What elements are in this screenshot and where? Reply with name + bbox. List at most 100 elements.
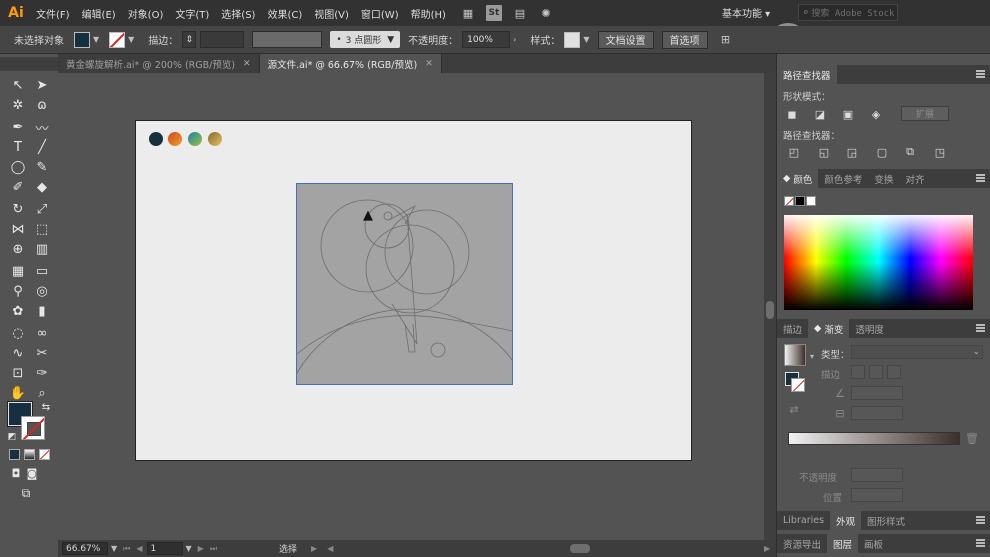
stroke-color-box[interactable] [21,416,45,440]
stroke-gradient-within-icon[interactable] [851,365,865,379]
eyedropper-tool-icon[interactable]: ⚲ [8,282,28,300]
slice-tool-icon[interactable]: ∞ [32,324,52,342]
vertical-scrollbar[interactable] [764,73,776,540]
tab-golden-spiral[interactable]: 黄金螺旋解析.ai* @ 200% (RGB/预览) ✕ [58,54,260,73]
scroll-thumb[interactable] [766,301,774,319]
crop-icon[interactable]: ▢ [875,146,889,159]
brush-definition-dropdown[interactable]: • 3 点圆形 ▼ [330,31,401,48]
tab-gradient[interactable]: ◆ 渐变 [808,319,850,338]
tab-transform[interactable]: 变换 [868,169,899,188]
bridge-icon[interactable]: ▦ [460,5,476,21]
close-icon[interactable]: ✕ [243,59,251,69]
first-artboard-icon[interactable]: ⏮ [123,544,130,554]
none-mode-swatch[interactable] [39,449,50,460]
gradient-mode-swatch[interactable] [24,449,35,460]
minus-front-icon[interactable]: ◪ [813,108,827,121]
chevron-right-icon[interactable]: › [513,35,516,44]
stroke-gradient-across-icon[interactable] [887,365,901,379]
gradient-tool-icon[interactable]: ▭ [32,262,52,280]
intersect-icon[interactable]: ▣ [841,108,855,121]
stop-location-field[interactable] [851,488,903,502]
menu-file[interactable]: 文件(F) [36,6,70,21]
width-tool-icon[interactable]: ⋈ [8,220,28,238]
preferences-button[interactable]: 首选项 [661,30,708,49]
trim-icon[interactable]: ◱ [817,146,831,159]
unite-icon[interactable]: ◼ [785,108,799,121]
scale-tool-icon[interactable]: ⤢ [32,200,52,218]
arrange-documents-icon[interactable]: ▤ [512,5,528,21]
lasso-tool-icon[interactable]: ɷ [32,96,52,114]
tools-panel-header[interactable] [0,57,58,71]
tab-layers[interactable]: 图层 [827,534,859,553]
tab-color-guide[interactable]: 颜色参考 [818,169,868,188]
gradient-preview[interactable] [784,344,806,366]
menu-effect[interactable]: 效果(C) [267,6,302,21]
color-dot-navy[interactable] [149,132,163,146]
color-dot-gold[interactable] [208,132,222,146]
tab-libraries[interactable]: Libraries [777,511,830,530]
graphic-style-swatch[interactable] [564,31,581,48]
gradient-stroke-swatch[interactable] [791,378,805,392]
white-swatch[interactable] [806,196,816,206]
divide-icon[interactable]: ◰ [787,146,801,159]
panel-menu-icon[interactable] [976,70,985,78]
scissors-tool-icon[interactable]: ✂ [32,344,52,362]
type-tool-icon[interactable]: T [8,138,28,156]
chevron-down-icon[interactable]: ▼ [583,35,589,44]
paintbrush-tool-icon[interactable]: ✎ [32,158,52,176]
chevron-down-icon[interactable]: ▼ [128,35,134,44]
none-color-swatch[interactable] [784,196,794,206]
selection-tool-icon[interactable]: ↖ [8,76,28,94]
stop-opacity-field[interactable] [851,468,903,482]
sketch-image[interactable]: ▲ [296,183,513,385]
rotate-tool-icon[interactable]: ↻ [8,200,28,218]
free-transform-tool-icon[interactable]: ⬚ [32,220,52,238]
delete-stop-icon[interactable]: 🗑 [965,432,979,445]
tab-source-file[interactable]: 源文件.ai* @ 66.67% (RGB/预览) ✕ [259,54,442,73]
chevron-down-icon[interactable]: ▼ [93,35,99,44]
chevron-down-icon[interactable]: ▼ [111,544,117,553]
chevron-down-icon[interactable]: ⌄ [973,347,980,356]
tab-align[interactable]: 对齐 [899,169,930,188]
ellipse-tool-icon[interactable]: ◯ [8,158,28,176]
tab-asset-export[interactable]: 资源导出 [777,534,827,553]
tab-stroke[interactable]: 描边 [777,319,808,338]
panel-menu-icon[interactable] [976,174,985,182]
opacity-field[interactable]: 100% [462,31,511,48]
color-spectrum-shade[interactable] [784,215,973,310]
scroll-left-icon[interactable]: ◀ [327,544,333,553]
menu-type[interactable]: 文字(T) [175,6,209,21]
status-menu-icon[interactable]: ▶ [311,544,317,553]
pen-tool-icon[interactable]: ✒ [8,118,28,136]
color-dot-green[interactable] [188,132,202,146]
chevron-down-icon[interactable]: ▾ [810,352,814,361]
menu-view[interactable]: 视图(V) [314,6,349,21]
mesh-tool-icon[interactable]: ▦ [8,262,28,280]
draw-behind-icon[interactable]: ◙ [22,464,42,482]
eraser-tool-icon[interactable]: ◆ [32,178,52,196]
close-icon[interactable]: ✕ [425,59,433,69]
black-swatch[interactable] [795,196,805,206]
prev-artboard-icon[interactable]: ◀ [136,544,142,553]
document-setup-button[interactable]: 文档设置 [597,30,654,49]
panel-menu-icon[interactable] [976,539,985,547]
artboard-number-field[interactable]: 1 [146,542,183,555]
stroke-swatch[interactable] [109,31,126,48]
panel-menu-icon[interactable] [976,324,985,332]
line-tool-icon[interactable]: ╱ [32,138,52,156]
perspective-grid-tool-icon[interactable]: ▥ [32,240,52,258]
scroll-right-icon[interactable]: ▶ [764,544,770,553]
tab-artboards[interactable]: 画板 [858,534,889,553]
eraser-path-tool-icon[interactable]: ∿ [8,344,28,362]
exclude-icon[interactable]: ◈ [869,108,883,121]
stroke-weight-field[interactable] [200,31,245,48]
magic-wand-tool-icon[interactable]: ✲ [8,96,28,114]
next-artboard-icon[interactable]: ▶ [198,544,204,553]
stroke-stepper[interactable]: ⇕ [182,31,197,48]
outline-icon[interactable]: ⧉ [903,145,917,158]
curvature-tool-icon[interactable]: 〰 [32,118,52,137]
menu-select[interactable]: 选择(S) [221,6,255,21]
color-dot-orange[interactable] [168,132,182,146]
tab-pathfinder[interactable]: 路径查找器 [777,65,837,84]
color-mode-swatch[interactable] [9,449,20,460]
